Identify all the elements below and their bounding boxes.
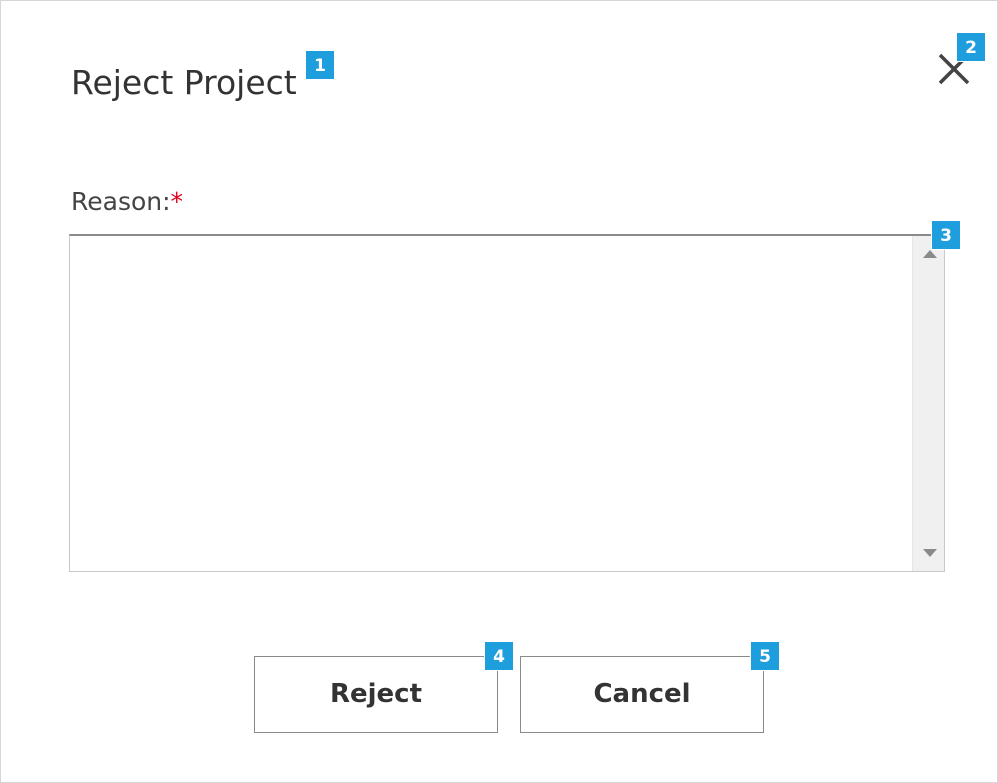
dialog-title: Reject Project (71, 63, 297, 102)
cancel-button[interactable]: Cancel (520, 656, 764, 733)
annotation-badge-5: 5 (750, 641, 780, 671)
reject-project-dialog: Reject Project Reason:* Reject Cancel 1 … (0, 0, 998, 783)
required-marker: * (170, 187, 184, 216)
scroll-up-arrow-icon[interactable] (923, 250, 937, 258)
reason-scrollbar[interactable] (912, 236, 944, 571)
annotation-badge-1: 1 (305, 50, 335, 80)
annotation-badge-2: 2 (956, 32, 986, 62)
annotation-badge-3: 3 (931, 220, 961, 250)
scroll-down-arrow-icon[interactable] (923, 549, 937, 557)
reason-textarea[interactable] (70, 236, 912, 571)
annotation-badge-4: 4 (484, 641, 514, 671)
reason-label-text: Reason: (71, 187, 171, 216)
reason-field-container (69, 234, 945, 572)
reason-label: Reason:* (71, 187, 183, 216)
reject-button[interactable]: Reject (254, 656, 498, 733)
